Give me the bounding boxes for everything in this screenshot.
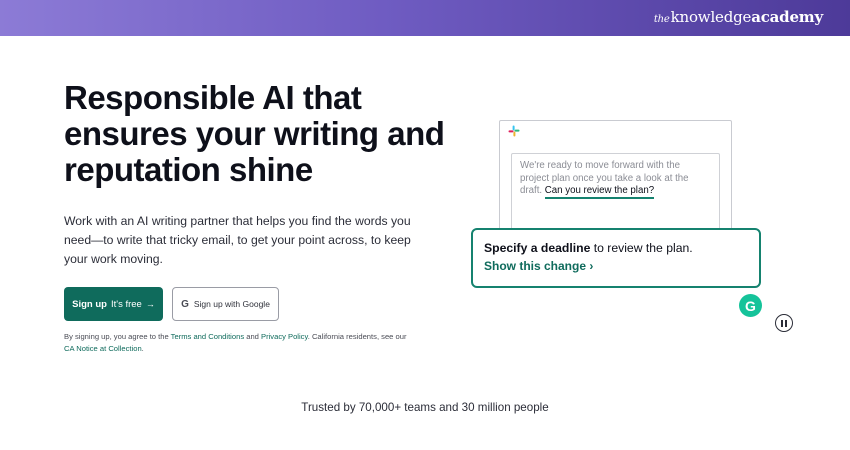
knowledge-academy-logo[interactable]: theknowledgeacademy [654,8,823,26]
pause-button[interactable] [775,314,793,332]
legal-text: and [244,332,262,341]
show-change-link[interactable]: Show this change › [484,258,748,275]
grammarly-icon: G [739,294,762,317]
google-icon: G [181,298,189,310]
highlighted-sentence: Can you review the plan? [544,185,655,199]
hero-headline: Responsible AI that ensures your writing… [64,79,445,188]
pause-icon [781,319,783,327]
logo-the: the [653,14,670,25]
google-signup-label: Sign up with Google [193,299,270,309]
suggestion-bold: Specify a deadline [484,241,591,255]
slack-icon [508,125,520,137]
privacy-link[interactable]: Privacy Policy [261,332,308,341]
hero-subtext: Work with an AI writing partner that hel… [64,214,411,266]
legal-text: . California residents, see our [307,332,407,341]
signup-label: Sign up [72,298,107,310]
legal-notice: By signing up, you agree to the Terms an… [64,331,414,355]
arrow-right-icon: → [145,299,155,309]
terms-link[interactable]: Terms and Conditions [171,332,244,341]
logo-knowledge: knowledge [670,8,752,26]
demo-message-box: We're ready to move forward with the pro… [511,153,720,237]
top-banner: theknowledgeacademy [0,0,850,36]
suggestion-text: Specify a deadline to review the plan. [484,240,748,256]
ca-notice-link[interactable]: CA Notice at Collection [64,344,142,353]
trusted-by-text: Trusted by 70,000+ teams and 30 million … [301,401,549,414]
legal-text: . [141,344,144,353]
google-signup-button[interactable]: G Sign up with Google [172,287,279,321]
logo-academy: academy [751,8,823,26]
pause-icon [785,319,787,327]
legal-text: By signing up, you agree to the [64,332,171,341]
suggestion-card: Specify a deadline to review the plan. S… [471,228,761,288]
suggestion-rest: to review the plan. [590,241,693,255]
signup-button[interactable]: Sign up It's free → [64,287,163,321]
signup-free-label: It's free [110,298,142,310]
